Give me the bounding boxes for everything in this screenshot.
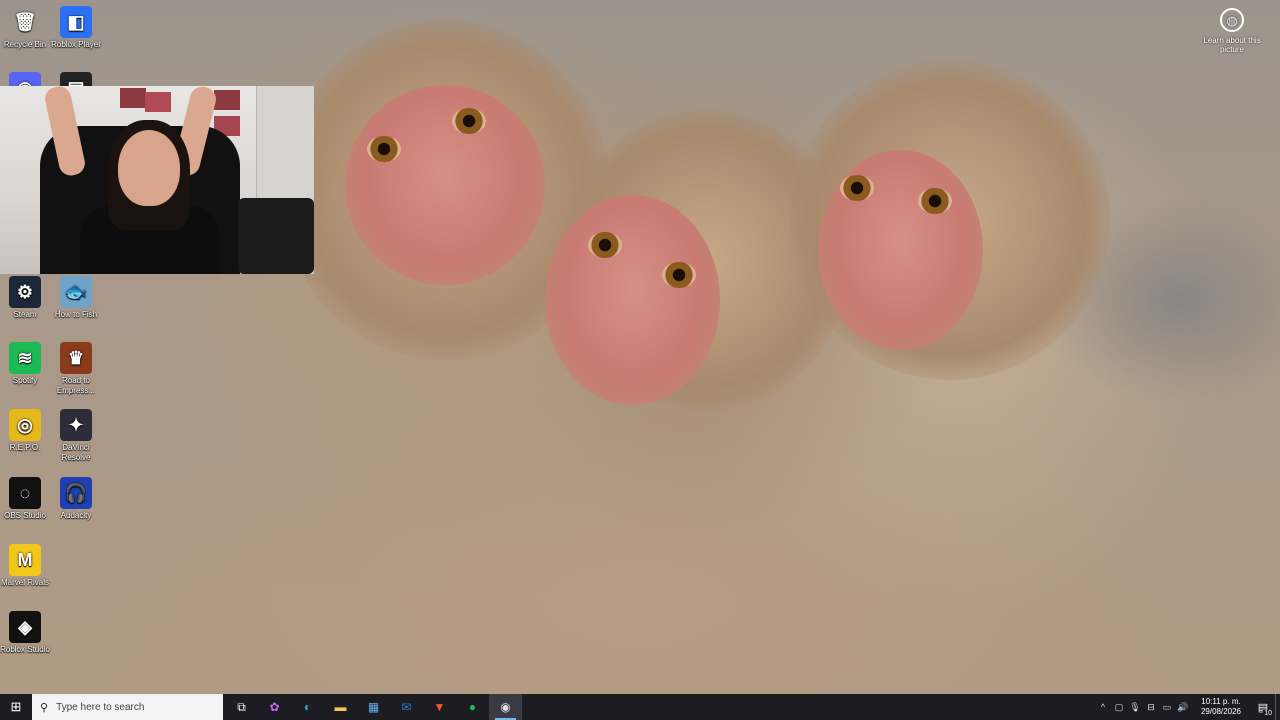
desktop-icon-steam[interactable]: ⚙ Steam — [0, 276, 52, 320]
desktop-icon-repo[interactable]: ◎ R.E.P.O. — [0, 409, 52, 453]
roblox-studio-icon: ◈ — [9, 611, 41, 643]
desktop-icon-obs-studio[interactable]: ◌ OBS Studio — [0, 477, 52, 521]
desktop-icon-label: R.E.P.O. — [9, 443, 41, 452]
davinci-resolve-icon: ✦ — [60, 409, 92, 441]
taskbar-spotify-taskbar-button[interactable]: ● — [456, 694, 489, 720]
task-view-icon: ⧉ — [237, 699, 246, 714]
desktop-icon-roblox-studio[interactable]: ◈ Roblox Studio — [0, 611, 52, 655]
date-text: 29/08/2026 — [1200, 707, 1242, 716]
taskbar: ⊞ ⚲ Type here to search ⧉ ✿ ◐ ▬ ▦ ✉ ▼ ● ◉ ^ ▢ 🎙 ⊟ ▭ 🔊… — [0, 694, 1280, 720]
start-button[interactable]: ⊞ — [0, 694, 32, 720]
webcam-overlay — [0, 86, 314, 274]
learn-about-picture[interactable]: ◍ Learn about this picture — [1202, 8, 1262, 54]
action-center-button[interactable]: ▤ 10 — [1251, 694, 1275, 720]
taskbar-file-explorer-button[interactable]: ▬ — [324, 694, 357, 720]
desktop-icon-label: How to Fish — [54, 310, 98, 319]
windows-icon: ⊞ — [10, 699, 22, 714]
taskbar-edge-button[interactable]: ◐ — [291, 694, 324, 720]
usb-icon[interactable]: ⊟ — [1143, 702, 1159, 713]
desktop-icon-davinci-resolve[interactable]: ✦ DaVinci Resolve — [49, 409, 103, 463]
how-to-fish-icon: 🐟 — [60, 276, 92, 308]
system-tray: ^ ▢ 🎙 ⊟ ▭ 🔊 10:11 p. m. 29/08/2026 ▤ 10 — [1095, 694, 1280, 720]
road-to-empress-icon: ♛ — [60, 342, 92, 374]
desktop-icon-label: Roblox Player — [51, 40, 101, 49]
desktop-icon-label: Recycle Bin — [3, 40, 47, 49]
file-explorer-icon: ▬ — [334, 700, 347, 714]
taskbar-outlook-button[interactable]: ✉ — [390, 694, 423, 720]
desktop-icon-marvel-rivals[interactable]: M Marvel Rivals — [0, 544, 52, 588]
meet-now-icon[interactable]: ▢ — [1111, 702, 1127, 713]
learn-about-label: Learn about this picture — [1203, 36, 1261, 54]
brave-icon: ▼ — [433, 700, 446, 714]
taskbar-brave-button[interactable]: ▼ — [423, 694, 456, 720]
desktop-icon-label: OBS Studio — [4, 511, 46, 520]
obs-studio-icon: ◌ — [9, 477, 41, 509]
taskbar-microsoft-store-button[interactable]: ▦ — [357, 694, 390, 720]
desktop-icon-label: Road to Empress... — [56, 376, 96, 395]
audacity-icon: 🎧 — [60, 477, 92, 509]
search-placeholder: Type here to search — [56, 701, 145, 713]
desktop-icon-roblox[interactable]: ◧ Roblox Player — [49, 6, 103, 50]
notification-count: 10 — [1263, 710, 1273, 717]
taskbar-copilot-button[interactable]: ✿ — [258, 694, 291, 720]
desktop-icon-spotify[interactable]: ≋ Spotify — [0, 342, 52, 386]
microsoft-store-icon: ▦ — [367, 700, 380, 714]
roblox-icon: ◧ — [60, 6, 92, 38]
show-hidden-icons-icon[interactable]: ^ — [1095, 702, 1111, 713]
desktop-icon-road-to-empress[interactable]: ♛ Road to Empress... — [49, 342, 103, 396]
desktop-icon-label: Roblox Studio — [0, 645, 50, 654]
taskbar-obs-taskbar-button[interactable]: ◉ — [489, 694, 522, 720]
spotify-taskbar-icon: ● — [468, 700, 477, 714]
desktop-icon-how-to-fish[interactable]: 🐟 How to Fish — [49, 276, 103, 320]
desktop-icon-recycle-bin[interactable]: 🗑 Recycle Bin — [0, 6, 52, 50]
search-box[interactable]: ⚲ Type here to search — [32, 694, 223, 720]
time-text: 10:11 p. m. — [1201, 697, 1241, 706]
steam-icon: ⚙ — [9, 276, 41, 308]
taskbar-task-view-button[interactable]: ⧉ — [225, 694, 258, 720]
spotify-icon: ≋ — [9, 342, 41, 374]
edge-icon: ◐ — [303, 700, 312, 714]
recycle-bin-icon: 🗑 — [13, 12, 37, 32]
network-icon[interactable]: ▭ — [1159, 702, 1175, 713]
outlook-icon: ✉ — [401, 700, 412, 714]
marvel-rivals-icon: M — [9, 544, 41, 576]
desktop-icon-label: DaVinci Resolve — [61, 443, 91, 462]
clock[interactable]: 10:11 p. m. 29/08/2026 — [1195, 697, 1247, 717]
repo-icon: ◎ — [9, 409, 41, 441]
volume-icon[interactable]: 🔊 — [1175, 702, 1191, 713]
desktop-icon-label: Spotify — [12, 376, 38, 385]
show-desktop-button[interactable] — [1275, 694, 1280, 720]
desktop-icon-audacity[interactable]: 🎧 Audacity — [49, 477, 103, 521]
desktop-icon-label: Audacity — [60, 511, 92, 520]
copilot-icon: ✿ — [269, 700, 280, 714]
desktop[interactable]: 🗑Recycle Bin◧Roblox Player◉▤⚙Steam🐟How t… — [0, 0, 1280, 720]
desktop-icon-label: Marvel Rivals — [0, 578, 49, 587]
desktop-icon-label: Steam — [13, 310, 37, 319]
search-icon: ⚲ — [40, 701, 49, 714]
obs-taskbar-icon: ◉ — [500, 700, 511, 714]
camera-icon: ◍ — [1220, 8, 1244, 32]
microphone-icon[interactable]: 🎙 — [1127, 702, 1143, 713]
